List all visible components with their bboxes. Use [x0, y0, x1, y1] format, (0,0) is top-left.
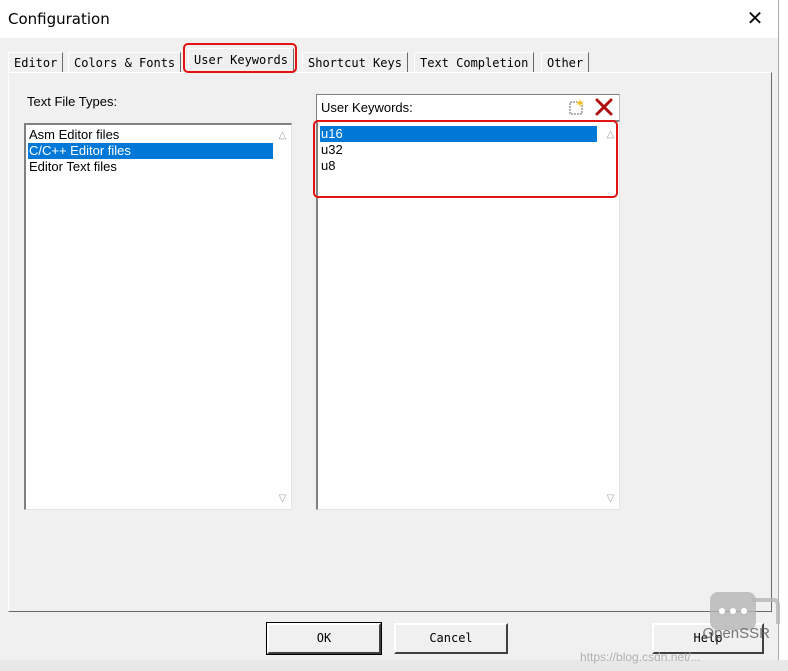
tab-text-completion[interactable]: Text Completion — [414, 52, 535, 73]
list-item[interactable]: u8 — [320, 158, 597, 174]
file-types-list[interactable]: Asm Editor files C/C++ Editor files Edit… — [24, 123, 292, 510]
file-types-scrollbar[interactable]: △ ▽ — [274, 125, 291, 509]
cancel-button[interactable]: Cancel — [394, 623, 508, 654]
list-item[interactable]: C/C++ Editor files — [28, 143, 273, 159]
tab-shortcut-keys[interactable]: Shortcut Keys — [302, 52, 408, 73]
delete-x-icon — [595, 98, 613, 116]
configuration-dialog: Configuration ✕ Editor Colors & Fonts Us… — [0, 0, 779, 671]
delete-keyword-button[interactable] — [593, 97, 615, 117]
chevron-down-icon[interactable]: ▽ — [602, 490, 619, 507]
chevron-down-icon[interactable]: ▽ — [274, 490, 291, 507]
list-item[interactable]: Asm Editor files — [28, 127, 273, 143]
chevron-up-icon[interactable]: △ — [602, 126, 619, 143]
close-icon: ✕ — [746, 8, 764, 30]
watermark-url: https://blog.csdn.net/... — [580, 650, 701, 664]
list-item[interactable]: Editor Text files — [28, 159, 273, 175]
title-bar: Configuration ✕ — [0, 0, 778, 38]
file-types-label: Text File Types: — [27, 94, 118, 109]
watermark-text: OpenSSR — [702, 625, 770, 642]
new-keyword-button[interactable] — [565, 97, 587, 117]
keywords-header: User Keywords: — [316, 94, 620, 120]
list-item[interactable]: u16 — [320, 126, 597, 142]
close-button[interactable]: ✕ — [738, 4, 772, 34]
keywords-label: User Keywords: — [321, 100, 413, 115]
tab-colors-fonts[interactable]: Colors & Fonts — [68, 52, 182, 73]
chevron-up-icon[interactable]: △ — [274, 127, 291, 144]
ok-button[interactable]: OK — [266, 622, 382, 655]
keywords-scrollbar[interactable]: △ ▽ — [602, 122, 619, 509]
keywords-list[interactable]: u16 u32 u8 △ ▽ — [316, 120, 620, 510]
list-item[interactable]: u32 — [320, 142, 597, 158]
tab-other[interactable]: Other — [541, 52, 590, 73]
new-item-icon — [569, 99, 584, 115]
tab-editor[interactable]: Editor — [8, 52, 64, 73]
tab-user-keywords[interactable]: User Keywords — [188, 48, 294, 73]
window-title: Configuration — [8, 10, 110, 28]
